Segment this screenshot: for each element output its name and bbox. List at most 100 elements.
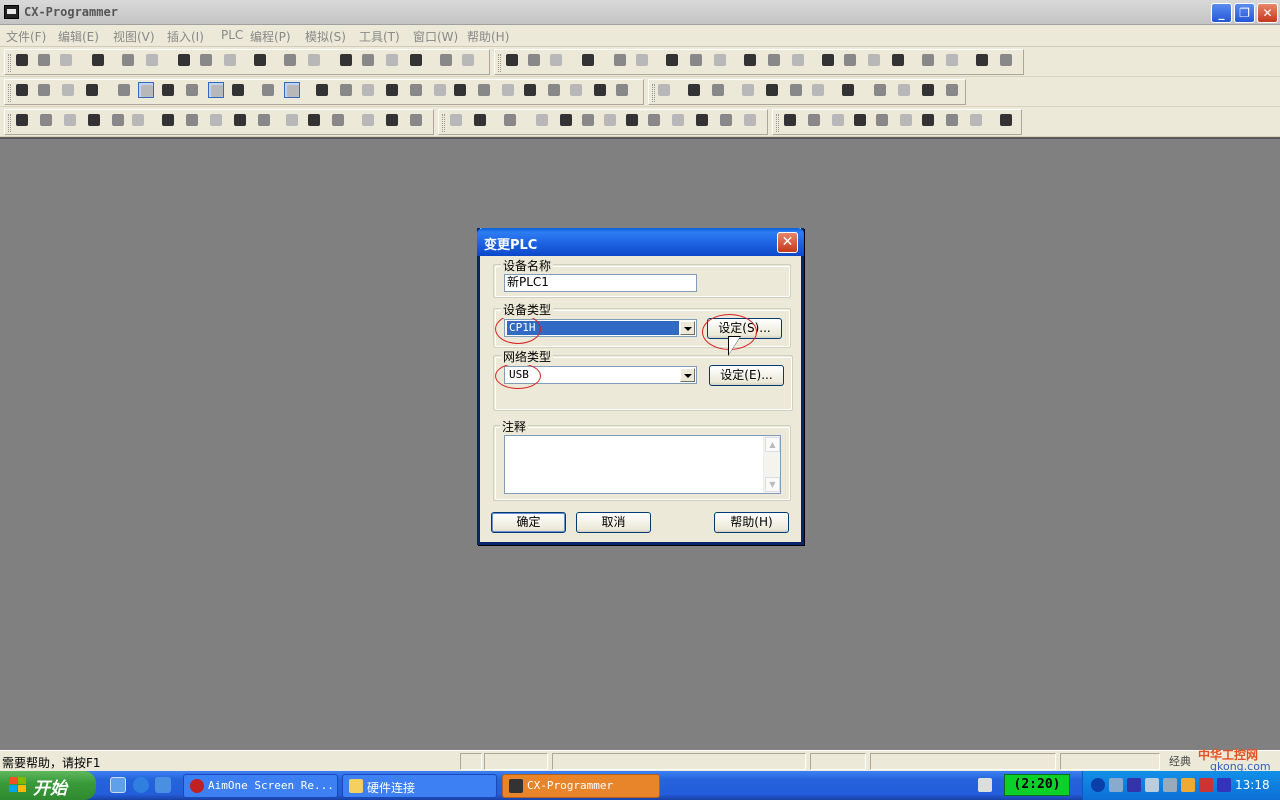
toolbar-button-icon[interactable] [852, 112, 868, 128]
toolbar-button-icon[interactable] [830, 112, 846, 128]
toolbar-button-icon[interactable] [592, 82, 608, 98]
toolbar-button-icon[interactable] [944, 52, 960, 68]
toolbar-button-icon[interactable] [548, 52, 564, 68]
toolbar-button-icon[interactable] [580, 112, 596, 128]
toolbar-button-icon[interactable] [718, 112, 734, 128]
toolbar-button-icon[interactable] [790, 52, 806, 68]
toolbar-button-icon[interactable] [944, 82, 960, 98]
toolbar-button-icon[interactable] [438, 52, 454, 68]
toolbar-button-icon[interactable] [384, 52, 400, 68]
toolbar-button-icon[interactable] [820, 52, 836, 68]
toolbar-button-icon[interactable] [260, 82, 276, 98]
toolbar-button-icon[interactable] [452, 82, 468, 98]
network-icon[interactable] [1145, 778, 1159, 792]
toolbar-button-icon[interactable] [742, 52, 758, 68]
toolbar-button-icon[interactable] [14, 52, 30, 68]
keyboard-icon[interactable] [978, 778, 992, 792]
toolbar-button-icon[interactable] [460, 52, 476, 68]
toolbar-button-icon[interactable] [314, 82, 330, 98]
toolbar-button-icon[interactable] [306, 112, 322, 128]
device-type-select[interactable]: CP1H [504, 319, 697, 337]
toolbar-button-icon[interactable] [408, 112, 424, 128]
task-aimone[interactable]: AimOne Screen Re... [183, 774, 338, 798]
toolbar-button-icon[interactable] [874, 112, 890, 128]
toolbar-button-icon[interactable] [646, 112, 662, 128]
toolbar-button-icon[interactable] [36, 82, 52, 98]
toolbar-button-icon[interactable] [694, 112, 710, 128]
task-cx-programmer[interactable]: CX-Programmer [502, 774, 660, 798]
toolbar-button-icon[interactable] [624, 112, 640, 128]
toolbar-button-icon[interactable] [184, 112, 200, 128]
toolbar-button-icon[interactable] [36, 52, 52, 68]
toolbar-button-icon[interactable] [840, 82, 856, 98]
toolbar-button-icon[interactable] [810, 82, 826, 98]
close-button[interactable]: ✕ [1257, 3, 1278, 23]
toolbar-button-icon[interactable] [686, 82, 702, 98]
toolbar-button-icon[interactable] [502, 112, 518, 128]
toolbar-button-icon[interactable] [920, 52, 936, 68]
device-type-dropdown-icon[interactable] [680, 321, 695, 335]
toolbar-button-icon[interactable] [866, 52, 882, 68]
toolbar-button-icon[interactable] [504, 52, 520, 68]
toolbar-button-icon[interactable] [558, 112, 574, 128]
toolbar-button-icon[interactable] [664, 52, 680, 68]
toolbar-button-icon[interactable] [944, 112, 960, 128]
toolbar-button-icon[interactable] [890, 52, 906, 68]
network-type-settings-button[interactable]: 设定(E)... [709, 365, 784, 386]
network-type-select[interactable]: USB [504, 366, 697, 384]
toolbar-button-icon[interactable] [184, 82, 200, 98]
toolbar-button-icon[interactable] [998, 112, 1014, 128]
tray-icon[interactable] [1217, 778, 1231, 792]
toolbar-button-icon[interactable] [230, 82, 246, 98]
toolbar-button-icon[interactable] [408, 52, 424, 68]
toolbar-button-icon[interactable] [974, 52, 990, 68]
toolbar-button-icon[interactable] [38, 112, 54, 128]
toolbar-button-icon[interactable] [500, 82, 516, 98]
toolbar-button-icon[interactable] [432, 82, 448, 98]
toolbar-button-icon[interactable] [110, 112, 126, 128]
toolbar-button-icon[interactable] [766, 52, 782, 68]
toolbar-button-icon[interactable] [176, 52, 192, 68]
device-type-settings-button[interactable]: 设定(S)... [707, 318, 782, 339]
toolbar-button-icon[interactable] [710, 82, 726, 98]
menu-window[interactable]: 窗口(W) [413, 28, 458, 45]
help-button[interactable]: 帮助(H) [714, 512, 789, 533]
internet-explorer-icon[interactable] [133, 777, 149, 793]
toolbar-button-icon[interactable] [306, 52, 322, 68]
toolbar-button-icon[interactable] [282, 52, 298, 68]
toolbar-button-icon[interactable] [614, 82, 630, 98]
toolbar-button-icon[interactable] [896, 82, 912, 98]
cancel-button[interactable]: 取消 [576, 512, 651, 533]
toolbar-button-icon[interactable] [116, 82, 132, 98]
toolbar-button-icon[interactable] [14, 82, 30, 98]
maximize-button[interactable]: ❐ [1234, 3, 1255, 23]
device-name-field[interactable]: 新PLC1 [504, 274, 697, 292]
toolbar-button-icon[interactable] [58, 52, 74, 68]
toolbar-button-icon[interactable] [764, 82, 780, 98]
toolbar-button-icon[interactable] [806, 112, 822, 128]
scroll-up-icon[interactable]: ▲ [765, 437, 780, 452]
toolbar-button-icon[interactable] [60, 82, 76, 98]
comment-scrollbar[interactable]: ▲ ▼ [763, 436, 780, 493]
quicklaunch-icon[interactable] [155, 777, 171, 793]
toolbar-button-icon[interactable] [330, 112, 346, 128]
toolbar-button-icon[interactable] [782, 112, 798, 128]
toolbar-button-icon[interactable] [84, 82, 100, 98]
toolbar-button-icon[interactable] [360, 112, 376, 128]
menu-plc[interactable]: PLC [221, 28, 243, 42]
toolbar-button-icon[interactable] [222, 52, 238, 68]
menu-view[interactable]: 视图(V) [113, 28, 155, 45]
tray-icon[interactable] [1109, 778, 1123, 792]
menu-simulate[interactable]: 模拟(S) [305, 28, 346, 45]
toolbar-button-icon[interactable] [160, 82, 176, 98]
toolbar-button-icon[interactable] [14, 112, 30, 128]
toolbar-button-icon[interactable] [448, 112, 464, 128]
network-type-dropdown-icon[interactable] [680, 368, 695, 382]
toolbar-button-icon[interactable] [62, 112, 78, 128]
toolbar-button-icon[interactable] [602, 112, 618, 128]
minimize-button[interactable]: _ [1211, 3, 1232, 23]
menu-file[interactable]: 文件(F) [6, 28, 46, 45]
tray-icon[interactable] [1163, 778, 1177, 792]
toolbar-button-icon[interactable] [232, 112, 248, 128]
toolbar-button-icon[interactable] [612, 52, 628, 68]
